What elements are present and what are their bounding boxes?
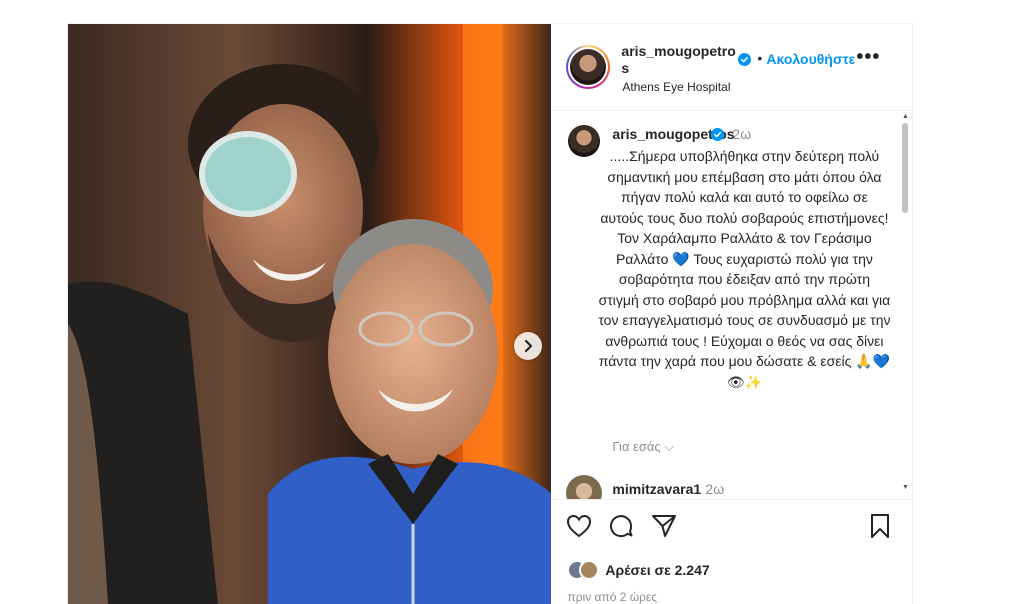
comments-section: aris_mougopetros 2ω .....Σήμερα υποβλήθη… [551, 111, 912, 499]
bookmark-icon[interactable] [866, 512, 894, 540]
verified-badge-icon [711, 128, 725, 141]
post-photo [68, 24, 552, 604]
verified-badge-icon [738, 53, 752, 66]
scroll-up-icon[interactable]: ▲ [902, 113, 909, 120]
follow-button[interactable]: Ακολουθήστε [766, 51, 855, 67]
comment-time: 2ω [705, 481, 725, 497]
scroll-down-icon[interactable]: ▼ [902, 484, 909, 491]
header-separator: • [757, 50, 763, 66]
scroll-thumb[interactable] [902, 123, 908, 213]
more-options-icon[interactable]: ••• [856, 46, 880, 69]
author-avatar[interactable] [566, 45, 611, 89]
caption-time: 2ω [732, 126, 752, 142]
comment-username[interactable]: mimitzavara1 [612, 481, 701, 497]
author-username[interactable]: aris_mougopetros [621, 43, 739, 77]
next-image-button[interactable] [514, 332, 542, 360]
post-header: aris_mougopetros • Ακολουθήστε ••• Athen… [551, 24, 912, 111]
likes-count[interactable]: Αρέσει σε 2.247 [605, 562, 709, 578]
share-icon[interactable] [650, 512, 678, 540]
post-sidebar: aris_mougopetros • Ακολουθήστε ••• Athen… [551, 24, 913, 604]
heart-icon[interactable] [565, 512, 593, 540]
caption-text: .....Σήμερα υποβλήθηκα στην δεύτερη πολύ… [598, 148, 891, 390]
post-media[interactable] [68, 24, 552, 604]
instagram-post: aris_mougopetros • Ακολουθήστε ••• Athen… [67, 23, 913, 604]
post-time: πριν από 2 ώρες [567, 590, 658, 604]
for-you-toggle[interactable]: Για εσάς ⌵ [612, 439, 674, 455]
next-arrow-icon [524, 339, 533, 353]
comments-scrollbar[interactable]: ▲ ▼ [900, 113, 910, 491]
post-actions: Αρέσει σε 2.247 πριν από 2 ώρες [551, 499, 913, 604]
caption-avatar[interactable] [568, 125, 601, 157]
liker-avatar [579, 560, 600, 580]
comment-avatar[interactable] [566, 475, 603, 499]
post-location[interactable]: Athens Eye Hospital [622, 80, 730, 94]
comment-icon[interactable] [607, 512, 635, 540]
